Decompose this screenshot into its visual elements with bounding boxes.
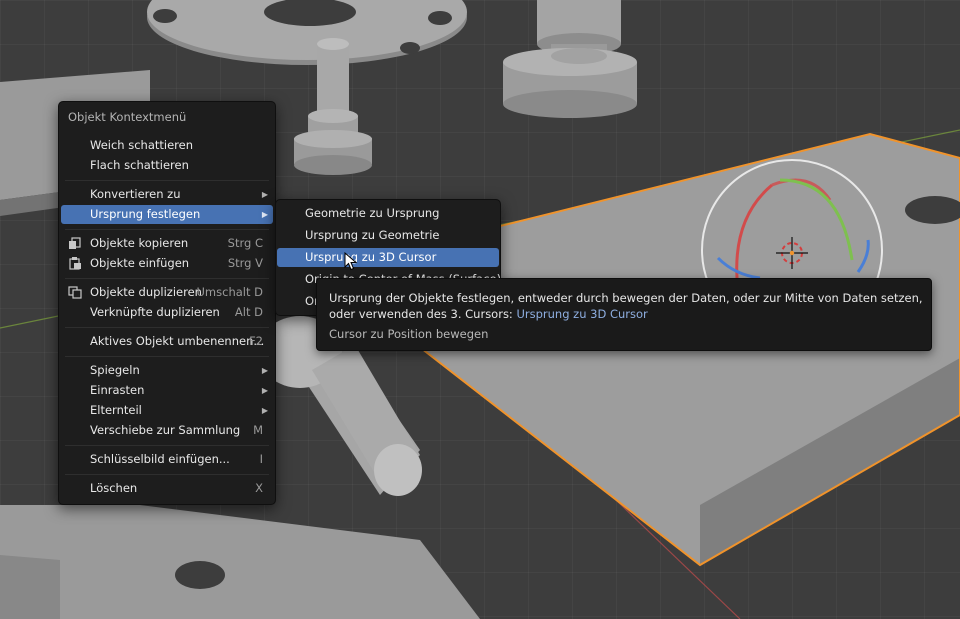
submenu-arrow-icon: ▶: [261, 366, 268, 375]
flange-disk: [147, 0, 467, 65]
menu-item-convert-to[interactable]: Konvertieren zu ▶: [61, 185, 273, 204]
menu-item-paste-objects[interactable]: Objekte einfügen Strg V: [61, 254, 273, 273]
submenu-item-geometry-to-origin[interactable]: Geometrie zu Ursprung: [277, 204, 499, 223]
menu-item-insert-keyframe[interactable]: Schlüsselbild einfügen... I: [61, 450, 273, 469]
menu-item-mirror[interactable]: Spiegeln ▶: [61, 361, 273, 380]
submenu-item-origin-to-3d-cursor[interactable]: Ursprung zu 3D Cursor: [277, 248, 499, 267]
menu-separator: [65, 445, 269, 446]
duplicate-objects-icon: [68, 286, 82, 299]
menu-item-rename-active[interactable]: Aktives Objekt umbenennen... F2: [61, 332, 273, 351]
menu-separator: [65, 229, 269, 230]
tooltip-description: Ursprung der Objekte festlegen, entweder…: [329, 291, 923, 321]
menu-item-snap[interactable]: Einrasten ▶: [61, 381, 273, 400]
tooltip-extra: Cursor zu Position bewegen: [329, 327, 489, 341]
submenu-arrow-icon: ▶: [261, 210, 268, 219]
tooltip: Ursprung der Objekte festlegen, entweder…: [316, 278, 932, 351]
mouse-pointer-icon: [344, 252, 358, 271]
menu-item-move-to-collection[interactable]: Verschiebe zur Sammlung M: [61, 421, 273, 440]
menu-separator: [65, 356, 269, 357]
menu-separator: [65, 327, 269, 328]
bottom-plate: [0, 505, 480, 619]
menu-item-set-origin[interactable]: Ursprung festlegen ▶: [61, 205, 273, 224]
copy-objects-icon: [69, 237, 81, 249]
paste-objects-icon: [69, 257, 81, 270]
submenu-arrow-icon: ▶: [261, 386, 268, 395]
context-menu-title: Objekt Kontextmenü: [68, 110, 187, 124]
menu-item-delete[interactable]: Löschen X: [61, 479, 273, 498]
menu-separator: [65, 278, 269, 279]
menu-item-copy-objects[interactable]: Objekte kopieren Strg C: [61, 234, 273, 253]
menu-separator: [65, 474, 269, 475]
tooltip-operator-name: Ursprung zu 3D Cursor: [516, 307, 648, 321]
submenu-arrow-icon: ▶: [261, 190, 268, 199]
submenu-arrow-icon: ▶: [261, 406, 268, 415]
object-context-menu: Objekt Kontextmenü Weich schattieren Fla…: [58, 101, 276, 505]
menu-separator: [65, 180, 269, 181]
menu-item-shade-flat[interactable]: Flach schattieren: [61, 156, 273, 175]
submenu-item-origin-to-geometry[interactable]: Ursprung zu Geometrie: [277, 226, 499, 245]
menu-item-shade-smooth[interactable]: Weich schattieren: [61, 136, 273, 155]
menu-item-duplicate-linked[interactable]: Verknüpfte duplizieren Alt D: [61, 303, 273, 322]
menu-item-parent[interactable]: Elternteil ▶: [61, 401, 273, 420]
knurled-knob: [503, 0, 637, 118]
menu-item-duplicate-objects[interactable]: Objekte duplizieren Umschalt D: [61, 283, 273, 302]
